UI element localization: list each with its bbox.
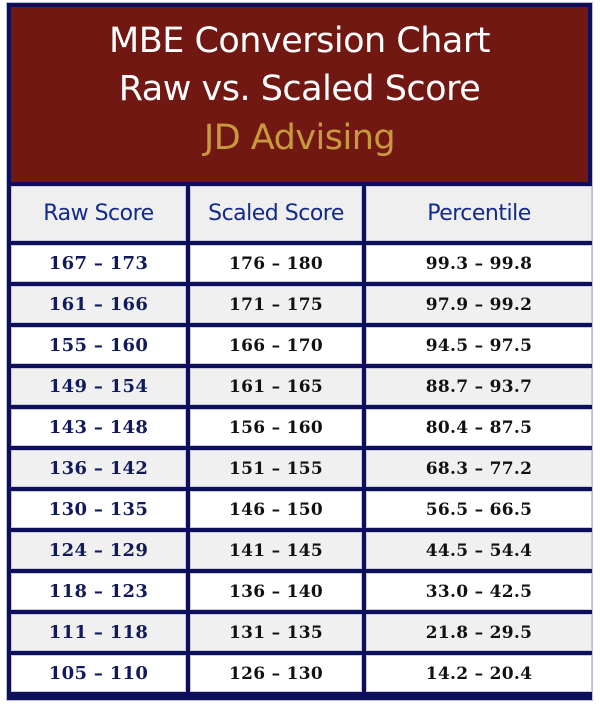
percentile-cell: 80.4 – 87.5 [366, 409, 592, 446]
raw-score-cell: 130 – 135 [11, 491, 186, 528]
table-row: 118 – 123 136 – 140 33.0 – 42.5 [11, 573, 592, 610]
percentile-cell: 68.3 – 77.2 [366, 450, 592, 487]
brand-name: JD Advising [203, 118, 396, 158]
scaled-score-cell: 176 – 180 [190, 245, 362, 282]
table-row: 105 – 110 126 – 130 14.2 – 20.4 [11, 655, 592, 692]
percentile-cell: 88.7 – 93.7 [366, 368, 592, 405]
table-row: 111 – 118 131 – 135 21.8 – 29.5 [11, 614, 592, 651]
raw-score-cell: 155 – 160 [11, 327, 186, 364]
raw-score-cell: 118 – 123 [11, 573, 186, 610]
table-row: 155 – 160 166 – 170 94.5 – 97.5 [11, 327, 592, 364]
scaled-score-cell: 136 – 140 [190, 573, 362, 610]
chart-subtitle: Raw vs. Scaled Score [118, 69, 481, 109]
raw-score-cell: 143 – 148 [11, 409, 186, 446]
chart-title: MBE Conversion Chart [109, 21, 490, 61]
percentile-cell: 33.0 – 42.5 [366, 573, 592, 610]
raw-score-cell: 149 – 154 [11, 368, 186, 405]
percentile-cell: 97.9 – 99.2 [366, 286, 592, 323]
table-row: 167 – 173 176 – 180 99.3 – 99.8 [11, 245, 592, 282]
scaled-score-cell: 146 – 150 [190, 491, 362, 528]
scaled-score-cell: 141 – 145 [190, 532, 362, 569]
table-row: 161 – 166 171 – 175 97.9 – 99.2 [11, 286, 592, 323]
percentile-cell: 94.5 – 97.5 [366, 327, 592, 364]
table-row: 149 – 154 161 – 165 88.7 – 93.7 [11, 368, 592, 405]
scaled-score-cell: 171 – 175 [190, 286, 362, 323]
raw-score-cell: 111 – 118 [11, 614, 186, 651]
column-header-raw-score: Raw Score [11, 186, 186, 241]
scaled-score-cell: 161 – 165 [190, 368, 362, 405]
percentile-cell: 99.3 – 99.8 [366, 245, 592, 282]
percentile-cell: 21.8 – 29.5 [366, 614, 592, 651]
percentile-cell: 56.5 – 66.5 [366, 491, 592, 528]
column-header-scaled-score: Scaled Score [190, 186, 362, 241]
conversion-table: Raw Score Scaled Score Percentile 167 – … [7, 182, 596, 696]
scaled-score-cell: 156 – 160 [190, 409, 362, 446]
table-header-row: Raw Score Scaled Score Percentile [11, 186, 592, 241]
scaled-score-cell: 126 – 130 [190, 655, 362, 692]
raw-score-cell: 105 – 110 [11, 655, 186, 692]
table-row: 124 – 129 141 – 145 44.5 – 54.4 [11, 532, 592, 569]
raw-score-cell: 167 – 173 [11, 245, 186, 282]
raw-score-cell: 161 – 166 [11, 286, 186, 323]
column-header-percentile: Percentile [366, 186, 592, 241]
raw-score-cell: 136 – 142 [11, 450, 186, 487]
scaled-score-cell: 131 – 135 [190, 614, 362, 651]
scaled-score-cell: 166 – 170 [190, 327, 362, 364]
title-banner: MBE Conversion Chart Raw vs. Scaled Scor… [11, 7, 588, 182]
percentile-cell: 14.2 – 20.4 [366, 655, 592, 692]
table-row: 136 – 142 151 – 155 68.3 – 77.2 [11, 450, 592, 487]
scaled-score-cell: 151 – 155 [190, 450, 362, 487]
percentile-cell: 44.5 – 54.4 [366, 532, 592, 569]
table-row: 130 – 135 146 – 150 56.5 – 66.5 [11, 491, 592, 528]
raw-score-cell: 124 – 129 [11, 532, 186, 569]
table-row: 143 – 148 156 – 160 80.4 – 87.5 [11, 409, 592, 446]
conversion-chart: MBE Conversion Chart Raw vs. Scaled Scor… [7, 3, 592, 700]
